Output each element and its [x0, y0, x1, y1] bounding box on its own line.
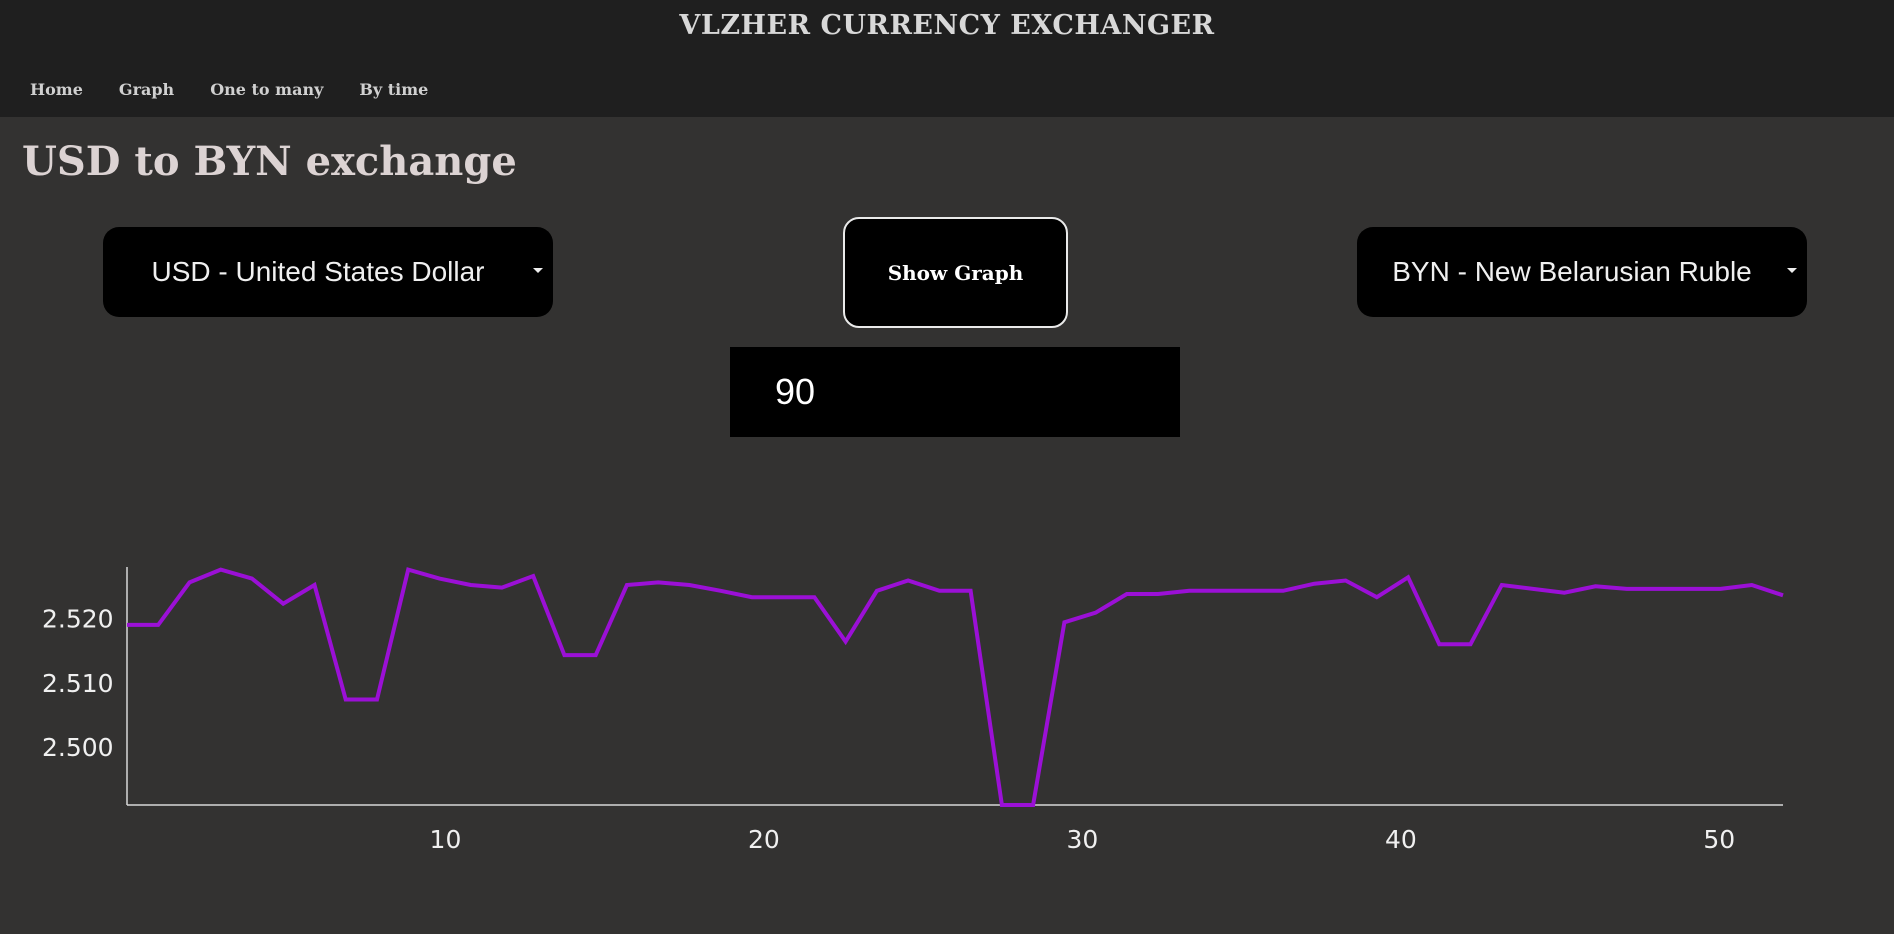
caret-down-icon — [533, 268, 543, 273]
app-title: VLZHER CURRENCY EXCHANGER — [679, 10, 1215, 41]
y-tick-label: 2.520 — [42, 604, 114, 633]
y-tick-label: 2.510 — [42, 669, 114, 698]
show-graph-button[interactable]: Show Graph — [843, 217, 1068, 328]
top-bar: VLZHER CURRENCY EXCHANGER Home Graph One… — [0, 0, 1894, 117]
x-tick-label: 40 — [1385, 825, 1417, 854]
to-currency-value: BYN - New Belarusian Ruble — [1392, 256, 1752, 287]
from-currency-value: USD - United States Dollar — [151, 256, 485, 287]
y-tick-label: 2.500 — [42, 733, 114, 762]
amount-input[interactable] — [730, 347, 1180, 437]
exchange-rate-chart: 2.500 2.510 2.520 10 20 30 40 50 — [42, 567, 1784, 854]
to-currency-select[interactable]: BYN - New Belarusian Ruble — [1357, 227, 1807, 317]
x-tick-label: 30 — [1066, 825, 1098, 854]
nav-one-to-many[interactable]: One to many — [210, 80, 323, 99]
from-currency-select[interactable]: USD - United States Dollar — [103, 227, 553, 317]
x-tick-label: 50 — [1703, 825, 1735, 854]
nav-graph[interactable]: Graph — [119, 80, 174, 99]
nav-by-time[interactable]: By time — [359, 80, 428, 99]
nav-bar: Home Graph One to many By time — [30, 80, 428, 99]
x-tick-label: 10 — [430, 825, 462, 854]
page-title: USD to BYN exchange — [22, 138, 517, 185]
y-axis-labels: 2.500 2.510 2.520 — [42, 604, 114, 762]
nav-home[interactable]: Home — [30, 80, 83, 99]
x-tick-label: 20 — [748, 825, 780, 854]
rate-series-line — [127, 567, 1784, 807]
caret-down-icon — [1787, 268, 1797, 273]
x-axis-labels: 10 20 30 40 50 — [430, 825, 1736, 854]
